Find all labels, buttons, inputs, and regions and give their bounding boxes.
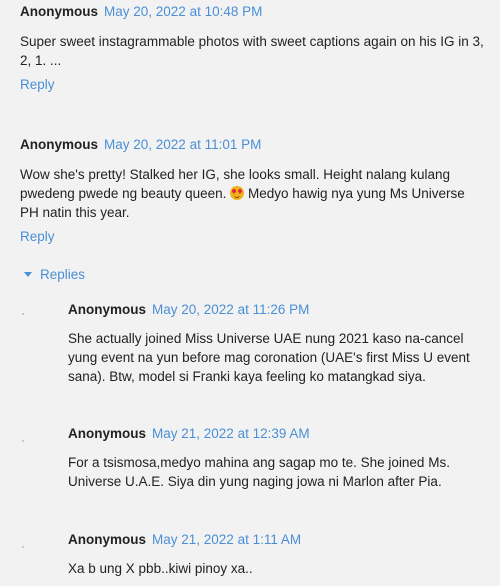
comment-meta: Anonymous May 20, 2022 at 11:01 PM [20,137,486,153]
comment-meta: Anonymous May 20, 2022 at 10:48 PM [20,4,486,20]
triangle-down-icon [24,272,32,277]
reply-link[interactable]: Reply [20,229,55,244]
replies-toggle-label: Replies [40,267,86,282]
reply-comment: Anonymous May 20, 2022 at 11:26 PM She ac… [68,302,486,386]
comment-author: Anonymous [20,137,99,152]
reply-author: Anonymous [68,426,147,441]
comment: Anonymous May 20, 2022 at 11:01 PM Wow sh… [20,137,486,222]
reply-text: For a tsismosa,medyo mahina ang sagap mo… [68,455,450,489]
reply-author: Anonymous [68,302,147,317]
reply-date-link[interactable]: May 21, 2022 at 12:39 AM [152,426,310,441]
reply-meta: Anonymous May 20, 2022 at 11:26 PM [68,302,486,318]
comment-text: Wow she's pretty! Stalked her IG, she lo… [20,165,486,222]
reply-comment: Anonymous May 21, 2022 at 1:11 AM Xa b un… [68,532,486,578]
comment-date-link[interactable]: May 20, 2022 at 10:48 PM [104,4,262,19]
comment-date-link[interactable]: May 20, 2022 at 11:01 PM [104,137,261,152]
reply-date-link[interactable]: May 20, 2022 at 11:26 PM [152,302,309,317]
heart-eyes-emoji-icon [230,186,245,200]
comment: Anonymous May 20, 2022 at 10:48 PM Super … [20,4,486,70]
bullet-dot [22,440,24,442]
bullet-dot [22,546,24,548]
reply-meta: Anonymous May 21, 2022 at 12:39 AM [68,426,486,442]
reply-author: Anonymous [68,532,147,547]
reply-link[interactable]: Reply [20,77,55,92]
reply-comment: Anonymous May 21, 2022 at 12:39 AM For a … [68,426,486,491]
reply-date-link[interactable]: May 21, 2022 at 1:11 AM [152,532,301,547]
bullet-dot [22,313,24,315]
reply-text: Xa b ung X pbb..kiwi pinoy xa.. [68,561,253,576]
replies-toggle[interactable]: Replies [24,267,85,282]
comment-text: Super sweet instagrammable photos with s… [20,34,484,68]
reply-text: She actually joined Miss Universe UAE nu… [68,331,470,384]
reply-meta: Anonymous May 21, 2022 at 1:11 AM [68,532,486,548]
comment-author: Anonymous [20,4,99,19]
